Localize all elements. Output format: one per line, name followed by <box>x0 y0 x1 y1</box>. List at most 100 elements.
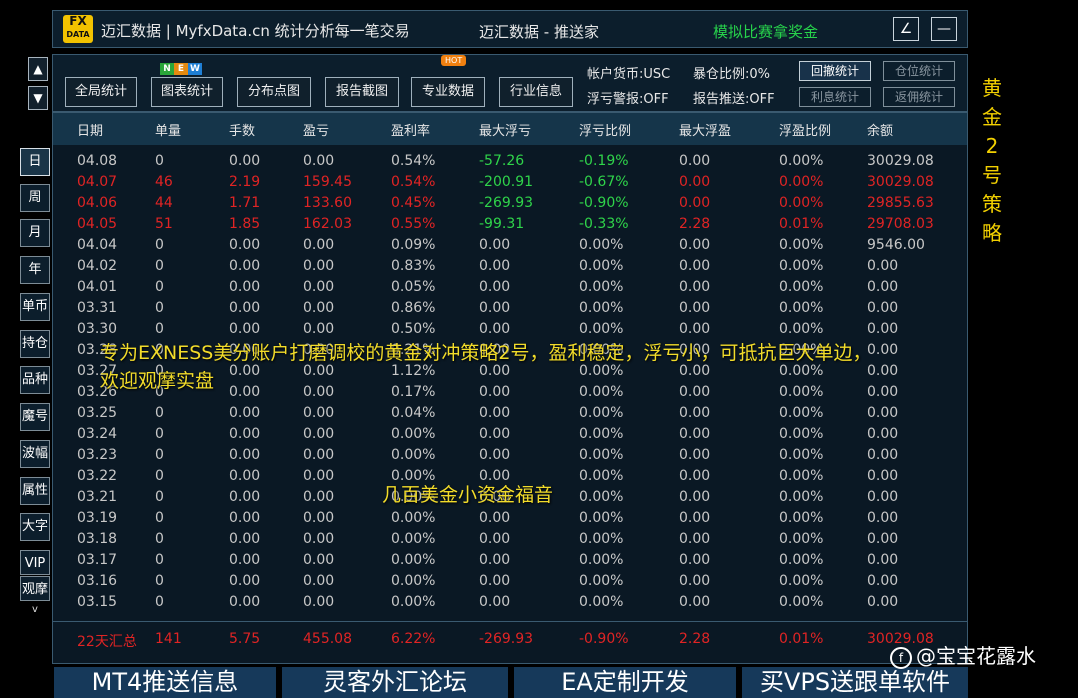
table-cell: 0.00 <box>867 426 899 442</box>
side-nav-item[interactable]: 年 <box>20 256 50 284</box>
table-cell: 0.00 <box>867 531 899 547</box>
table-cell: 0.00 <box>479 279 511 295</box>
table-cell: 2.28 <box>679 216 711 232</box>
column-header[interactable]: 浮盈比例 <box>779 120 831 139</box>
summary-cell: 22天汇总 <box>77 634 137 650</box>
side-nav-item[interactable]: 品种 <box>20 366 50 394</box>
table-cell: 0 <box>155 573 164 589</box>
rebate-stats-button[interactable]: 返佣统计 <box>883 87 955 107</box>
table-row[interactable]: 03.23 0 0.00 0.00 0.00% 0.00 0.00% 0.00 0.00% 0.0… <box>53 447 967 468</box>
table-row[interactable]: 04.01 0 0.00 0.00 0.05% 0.00 0.00% 0.00 0.00% 0.0… <box>53 279 967 300</box>
side-nav-item[interactable]: 魔号 <box>20 403 50 431</box>
chart-stats-button[interactable]: 图表统计 <box>151 77 223 107</box>
title-bar: FX DATA 迈汇数据 | MyfxData.cn 统计分析每一笔交易 迈汇数… <box>52 10 968 48</box>
side-nav-item[interactable]: 周 <box>20 184 50 212</box>
table-row[interactable]: 03.25 0 0.00 0.00 0.04% 0.00 0.00% 0.00 0.00% 0.0… <box>53 405 967 426</box>
report-push: 报告推送:OFF <box>693 92 775 107</box>
table-row[interactable]: 04.07 46 2.19 159.45 0.54% -200.91 -0.67% 0.00 0… <box>53 174 967 195</box>
scroll-up-button[interactable]: ▲ <box>28 57 48 81</box>
column-header[interactable]: 浮亏比例 <box>579 120 631 139</box>
table-cell: 0 <box>155 426 164 442</box>
table-cell: 0.00 <box>303 426 335 442</box>
contest-link[interactable]: 模拟比赛拿奖金 <box>713 21 818 42</box>
report-screenshot-button[interactable]: 报告截图 <box>325 77 399 107</box>
side-nav-item[interactable]: VIP <box>20 550 50 575</box>
minimize-button[interactable]: — <box>931 17 957 41</box>
edit-button[interactable]: ∠ <box>893 17 919 41</box>
table-row[interactable]: 04.04 0 0.00 0.00 0.09% 0.00 0.00% 0.00 0.00% 954… <box>53 237 967 258</box>
table-cell: 0.00% <box>391 594 436 610</box>
side-nav-chevron-down-icon[interactable]: v <box>20 604 50 618</box>
table-cell: 0.00 <box>303 489 335 505</box>
banner-ea-dev[interactable]: EA定制开发 <box>514 667 736 698</box>
side-nav-item[interactable]: 单币 <box>20 293 50 321</box>
global-stats-button[interactable]: 全局统计 <box>65 77 137 107</box>
distribution-chart-button[interactable]: 分布点图 <box>237 77 311 107</box>
table-cell: 0.00 <box>679 237 711 253</box>
interest-stats-button[interactable]: 利息统计 <box>799 87 871 107</box>
table-cell: 0.00% <box>779 279 824 295</box>
column-header[interactable]: 手数 <box>229 120 255 139</box>
position-stats-button[interactable]: 仓位统计 <box>883 61 955 81</box>
table-row[interactable]: 03.17 0 0.00 0.00 0.00% 0.00 0.00% 0.00 0.00% 0.0… <box>53 552 967 573</box>
table-cell: 0.00% <box>779 258 824 274</box>
table-cell: 0.00 <box>229 447 261 463</box>
table-cell: 0 <box>155 258 164 274</box>
table-cell: 0.00 <box>679 468 711 484</box>
table-cell: 0.00% <box>779 363 824 379</box>
banner-vps[interactable]: 买VPS送跟单软件 <box>742 667 968 698</box>
column-header[interactable]: 单量 <box>155 120 181 139</box>
table-row[interactable]: 03.24 0 0.00 0.00 0.00% 0.00 0.00% 0.00 0.00% 0.0… <box>53 426 967 447</box>
table-cell: 1.85 <box>229 216 261 232</box>
side-nav-item[interactable]: 波幅 <box>20 440 50 468</box>
table-row[interactable]: 03.18 0 0.00 0.00 0.00% 0.00 0.00% 0.00 0.00% 0.0… <box>53 531 967 552</box>
table-row[interactable]: 03.31 0 0.00 0.00 0.86% 0.00 0.00% 0.00 0.00% 0.0… <box>53 300 967 321</box>
side-nav-item[interactable]: 属性 <box>20 477 50 505</box>
table-cell: 03.16 <box>77 573 118 589</box>
table-cell: 0.00 <box>303 468 335 484</box>
table-cell: 0.00 <box>679 384 711 400</box>
summary-cell: 455.08 <box>303 631 352 647</box>
table-cell: 03.17 <box>77 552 118 568</box>
side-nav-item[interactable]: 持仓 <box>20 330 50 358</box>
banner-forex-forum[interactable]: 灵客外汇论坛 <box>282 667 508 698</box>
table-cell: 0.00 <box>479 258 511 274</box>
new-badge-n: N <box>160 63 174 75</box>
table-row[interactable]: 04.06 44 1.71 133.60 0.45% -269.93 -0.90% 0.00 0… <box>53 195 967 216</box>
table-cell: 0.00% <box>579 594 624 610</box>
industry-info-button[interactable]: 行业信息 <box>499 77 573 107</box>
drawdown-stats-button[interactable]: 回撤统计 <box>799 61 871 81</box>
column-header[interactable]: 最大浮盈 <box>679 120 731 139</box>
table-cell: 0.00 <box>479 237 511 253</box>
table-cell: 0.00% <box>579 510 624 526</box>
table-cell: 03.18 <box>77 531 118 547</box>
scroll-down-button[interactable]: ▼ <box>28 86 48 110</box>
column-header[interactable]: 余额 <box>867 120 893 139</box>
side-nav-item[interactable]: 观摩 <box>20 576 50 601</box>
table-cell: -57.26 <box>479 153 525 169</box>
table-cell: 0.00% <box>779 552 824 568</box>
table-row[interactable]: 03.19 0 0.00 0.00 0.00% 0.00 0.00% 0.00 0.00% 0.0… <box>53 510 967 531</box>
table-cell: 0.00% <box>779 174 824 190</box>
table-row[interactable]: 04.05 51 1.85 162.03 0.55% -99.31 -0.33% 2.28 0.… <box>53 216 967 237</box>
table-row[interactable]: 04.08 0 0.00 0.00 0.54% -57.26 -0.19% 0.00 0.00%… <box>53 153 967 174</box>
table-cell: 0.00 <box>679 447 711 463</box>
table-cell: 0.00 <box>303 384 335 400</box>
side-nav-item[interactable]: 月 <box>20 219 50 247</box>
pro-data-button[interactable]: 专业数据 <box>411 77 485 107</box>
column-header[interactable]: 盈亏 <box>303 120 329 139</box>
account-currency: 帐户货币:USC <box>587 67 671 82</box>
column-header[interactable]: 盈利率 <box>391 120 430 139</box>
column-header[interactable]: 最大浮亏 <box>479 120 531 139</box>
side-nav-item[interactable]: 大字 <box>20 513 50 541</box>
table-row[interactable]: 04.02 0 0.00 0.00 0.83% 0.00 0.00% 0.00 0.00% 0.0… <box>53 258 967 279</box>
table-cell: 0.00 <box>479 447 511 463</box>
table-cell: 03.15 <box>77 594 118 610</box>
banner-mt4-push[interactable]: MT4推送信息 <box>54 667 276 698</box>
column-header[interactable]: 日期 <box>77 120 103 139</box>
side-nav-item[interactable]: 日 <box>20 148 50 176</box>
table-row[interactable]: 03.16 0 0.00 0.00 0.00% 0.00 0.00% 0.00 0.00% 0.0… <box>53 573 967 594</box>
table-cell: 0.00 <box>303 279 335 295</box>
table-row[interactable]: 03.15 0 0.00 0.00 0.00% 0.00 0.00% 0.00 0.00% 0.0… <box>53 594 967 615</box>
table-cell: -0.90% <box>579 195 629 211</box>
